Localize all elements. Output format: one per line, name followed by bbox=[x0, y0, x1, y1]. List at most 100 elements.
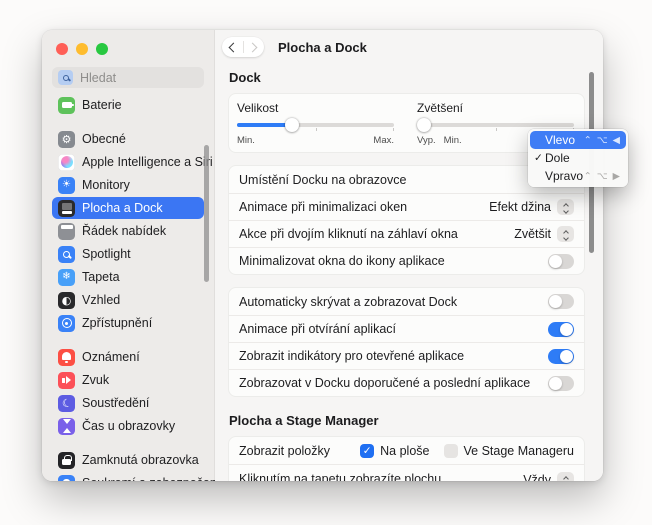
search-input[interactable] bbox=[78, 69, 188, 86]
row-minimize-animation: Animace při minimalizaci oken Efekt džin… bbox=[229, 193, 584, 220]
magnify-off-label: Vyp. bbox=[417, 135, 436, 146]
stage-card: Zobrazit položky ✓ Na ploše Ve Stage Man… bbox=[228, 436, 585, 481]
sidebar-item-soustredeni[interactable]: ☾ Soustředění bbox=[52, 392, 204, 414]
sidebar-item-vzhled[interactable]: ◐ Vzhled bbox=[52, 289, 204, 311]
menu-item-vpravo[interactable]: Vpravo ⌃ ⌥ ▶ bbox=[530, 167, 626, 185]
lock-icon bbox=[58, 451, 75, 469]
magnify-slider-knob[interactable] bbox=[417, 117, 431, 132]
menu-bar-icon bbox=[58, 222, 75, 240]
sidebar-item-label: Baterie bbox=[82, 98, 122, 112]
check-icon: ✓ bbox=[534, 152, 543, 164]
dock-toggles-card: Automaticky skrývat a zobrazovat Dock An… bbox=[228, 287, 585, 397]
sidebar-item-label: Soukromí a zabezpečení bbox=[82, 476, 220, 481]
sidebar-item-baterie[interactable]: Baterie bbox=[52, 94, 204, 116]
sidebar-item-obecne[interactable]: ⚙ Obecné bbox=[52, 128, 204, 150]
nav-pill bbox=[222, 37, 264, 57]
sidebar-item-plocha-a-dock[interactable]: Plocha a Dock bbox=[52, 197, 204, 219]
search-icon bbox=[58, 70, 73, 85]
sidebar-item-monitory[interactable]: ☀ Monitory bbox=[52, 174, 204, 196]
appearance-icon: ◐ bbox=[58, 291, 75, 309]
sidebar-item-radek-nabidek[interactable]: Řádek nabídek bbox=[52, 220, 204, 242]
moon-icon: ☾ bbox=[58, 394, 75, 412]
menu-item-vlevo[interactable]: Vlevo ⌃ ⌥ ◀ bbox=[530, 131, 626, 149]
row-open-indicators: Zobrazit indikátory pro otevřené aplikac… bbox=[229, 342, 584, 369]
shortcut-ctrl-opt-right: ⌃ ⌥ ▶ bbox=[583, 170, 621, 182]
minimize-into-app-icon-toggle[interactable] bbox=[548, 253, 574, 269]
desktop-dock-icon bbox=[58, 199, 75, 217]
section-heading-stage: Plocha a Stage Manager bbox=[229, 413, 379, 428]
magnify-slider-label: Zvětšení bbox=[417, 101, 464, 115]
chevron-down-icon bbox=[562, 234, 569, 241]
sidebar-item-spotlight[interactable]: Spotlight bbox=[52, 243, 204, 265]
row-minimize-into-app-icon: Minimalizovat okna do ikony aplikace bbox=[229, 247, 584, 274]
size-slider-group: Velikost Min. Max. bbox=[237, 101, 394, 146]
hourglass-icon bbox=[58, 417, 75, 435]
sidebar-item-label: Spotlight bbox=[82, 247, 131, 261]
chevron-down-icon bbox=[562, 207, 569, 214]
in-stage-manager-checkbox[interactable] bbox=[443, 443, 458, 458]
shortcut-ctrl-opt-left: ⌃ ⌥ ◀ bbox=[583, 134, 621, 146]
sidebar-item-oznameni[interactable]: Oznámení bbox=[52, 346, 204, 368]
speaker-icon bbox=[58, 371, 75, 389]
settings-content: Dock Velikost Min. Max. Zvětšení Vyp. Mi… bbox=[215, 64, 603, 481]
minimize-button[interactable] bbox=[76, 43, 88, 55]
sidebar-item-label: Obecné bbox=[82, 132, 126, 146]
sidebar-item-label: Řádek nabídek bbox=[82, 224, 167, 238]
menu-item-dole[interactable]: ✓ Dole bbox=[530, 149, 626, 167]
back-button[interactable] bbox=[222, 37, 243, 57]
sidebar-item-zamknuta-obrazovka[interactable]: Zamknutá obrazovka bbox=[52, 449, 204, 471]
row-suggested-recent-apps: Zobrazovat v Docku doporučené a poslední… bbox=[229, 369, 584, 396]
magnify-min-label: Min. bbox=[443, 135, 462, 146]
chevron-right-icon bbox=[247, 42, 258, 52]
sidebar-item-label: Zamknutá obrazovka bbox=[82, 453, 199, 467]
on-desktop-checkbox[interactable]: ✓ bbox=[360, 443, 375, 458]
wallpaper-icon: ❄ bbox=[58, 268, 75, 286]
traffic-lights bbox=[42, 30, 214, 55]
minimize-animation-popup[interactable] bbox=[557, 199, 574, 215]
sidebar-item-label: Zpřístupnění bbox=[82, 316, 153, 330]
section-heading-dock: Dock bbox=[229, 70, 261, 85]
open-indicators-toggle[interactable] bbox=[548, 348, 574, 364]
screen: Baterie ⚙ Obecné Apple Intelligence a Si… bbox=[0, 0, 652, 525]
search-field[interactable] bbox=[52, 67, 204, 88]
sidebar-scrollbar[interactable] bbox=[204, 145, 209, 282]
titlebar-doubleclick-popup[interactable] bbox=[557, 226, 574, 242]
row-autohide-dock: Automaticky skrývat a zobrazovat Dock bbox=[229, 288, 584, 315]
display-brightness-icon: ☀ bbox=[58, 176, 75, 194]
size-slider-label: Velikost bbox=[237, 101, 279, 115]
sidebar-item-siri[interactable]: Apple Intelligence a Siri bbox=[52, 151, 213, 173]
zoom-button[interactable] bbox=[96, 43, 108, 55]
suggested-recent-apps-toggle[interactable] bbox=[548, 375, 574, 391]
dock-position-menu: Vlevo ⌃ ⌥ ◀ ✓ Dole Vpravo ⌃ ⌥ ▶ bbox=[528, 129, 628, 187]
size-slider-knob[interactable] bbox=[284, 117, 299, 132]
sidebar-item-label: Plocha a Dock bbox=[82, 201, 163, 215]
sidebar-item-label: Tapeta bbox=[82, 270, 120, 284]
sidebar-item-zvuk[interactable]: Zvuk bbox=[52, 369, 204, 391]
system-settings-window: Baterie ⚙ Obecné Apple Intelligence a Si… bbox=[42, 30, 603, 481]
bell-icon bbox=[58, 348, 75, 366]
row-show-items: Zobrazit položky ✓ Na ploše Ve Stage Man… bbox=[239, 443, 574, 458]
sidebar-item-cas-u-obrazovky[interactable]: Čas u obrazovky bbox=[52, 415, 204, 437]
battery-icon bbox=[58, 96, 75, 114]
gear-icon: ⚙ bbox=[58, 130, 75, 148]
sidebar-item-label: Zvuk bbox=[82, 373, 110, 387]
row-open-animation: Animace při otvírání aplikací bbox=[229, 315, 584, 342]
close-button[interactable] bbox=[56, 43, 68, 55]
size-slider[interactable] bbox=[237, 117, 394, 132]
spotlight-icon bbox=[58, 245, 75, 263]
open-animation-toggle[interactable] bbox=[548, 321, 574, 337]
check-icon: ✓ bbox=[362, 444, 372, 457]
accessibility-icon bbox=[58, 314, 75, 332]
row-titlebar-doubleclick: Akce při dvojím kliknutí na záhlaví okna… bbox=[229, 220, 584, 247]
sidebar-item-label: Soustředění bbox=[82, 396, 150, 410]
main-pane: Plocha a Dock Dock Velikost Min. Max. Zv… bbox=[215, 30, 603, 481]
size-min-label: Min. bbox=[237, 135, 255, 146]
autohide-dock-toggle[interactable] bbox=[548, 294, 574, 309]
sidebar-item-zpristupneni[interactable]: Zpřístupnění bbox=[52, 312, 204, 334]
sidebar-item-label: Oznámení bbox=[82, 350, 140, 364]
sidebar-item-label: Apple Intelligence a Siri bbox=[82, 155, 213, 169]
wallpaper-click-popup[interactable] bbox=[557, 472, 574, 481]
sidebar-item-soukromi[interactable]: Soukromí a zabezpečení bbox=[52, 472, 220, 481]
forward-button[interactable] bbox=[244, 37, 265, 57]
sidebar-item-tapeta[interactable]: ❄ Tapeta bbox=[52, 266, 204, 288]
